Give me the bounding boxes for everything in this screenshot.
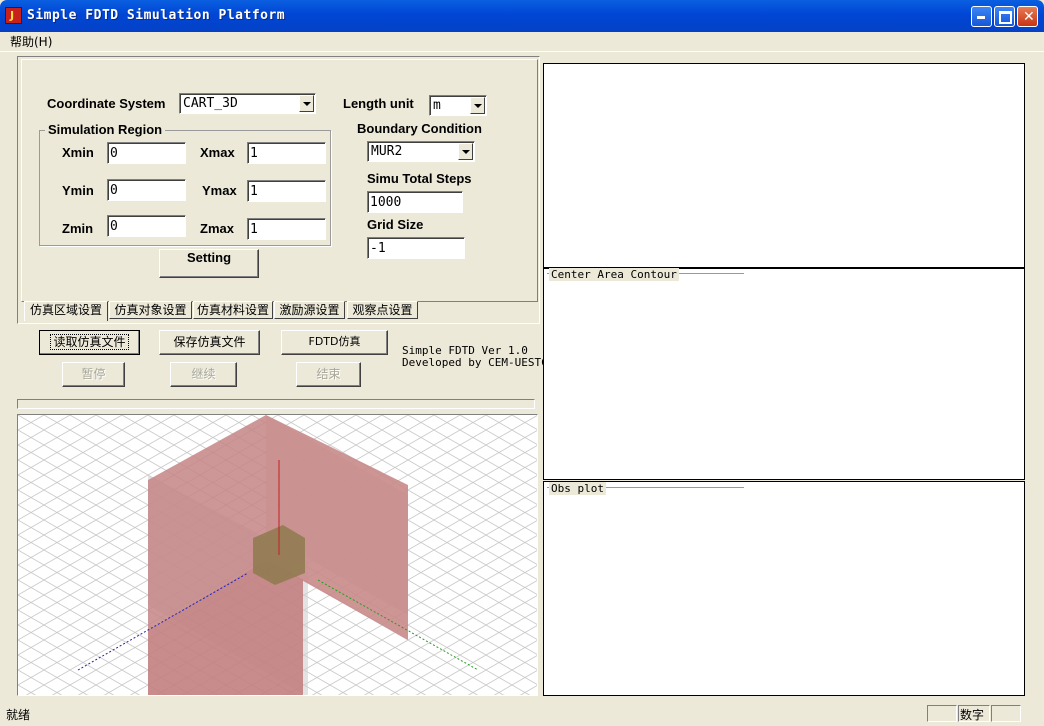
xmin-label: Xmin <box>62 145 94 160</box>
grid-field[interactable]: -1 <box>367 237 465 259</box>
steps-field[interactable]: 1000 <box>367 191 463 213</box>
status-bar <box>0 702 1044 726</box>
ymin-field[interactable]: 0 <box>107 179 186 201</box>
boundary-select-value: MUR2 <box>371 144 403 159</box>
save-file-button[interactable]: 保存仿真文件 <box>159 330 260 355</box>
window-title: Simple FDTD Simulation Platform <box>27 8 286 23</box>
3d-view[interactable] <box>17 414 538 696</box>
ymin-label: Ymin <box>62 183 94 198</box>
chevron-down-icon[interactable] <box>458 143 473 160</box>
zmin-label: Zmin <box>62 221 94 236</box>
3d-scene <box>18 415 537 695</box>
close-button[interactable]: ✕ <box>1017 6 1038 27</box>
chevron-down-icon[interactable] <box>470 97 485 114</box>
center-contour-title: Center Area Contour <box>549 268 679 281</box>
coord-label: Coordinate System <box>47 96 166 111</box>
status-num: 数字 <box>960 708 985 722</box>
status-ready: 就绪 <box>6 708 31 722</box>
maximize-icon <box>999 11 1012 24</box>
tab-objects[interactable]: 仿真对象设置 <box>109 301 192 319</box>
xmax-label: Xmax <box>200 145 235 160</box>
app-icon[interactable]: J <box>5 7 22 24</box>
menu-help[interactable]: 帮助(H) <box>10 33 52 50</box>
steps-label: Simu Total Steps <box>367 171 472 186</box>
tab-sources[interactable]: 激励源设置 <box>274 301 345 319</box>
setting-button[interactable]: Setting <box>159 249 259 278</box>
pause-button[interactable]: 暂停 <box>62 362 125 387</box>
chevron-down-icon[interactable] <box>299 95 314 112</box>
continue-button[interactable]: 继续 <box>170 362 237 387</box>
coord-select[interactable]: CART_3D <box>179 93 316 114</box>
menu-bar <box>0 32 1044 52</box>
minimize-icon <box>977 16 985 19</box>
stop-button[interactable]: 结束 <box>296 362 361 387</box>
zmin-field[interactable]: 0 <box>107 215 186 237</box>
maximize-button[interactable] <box>994 6 1015 27</box>
xmin-field[interactable]: 0 <box>107 142 186 164</box>
tab-observers[interactable]: 观察点设置 <box>347 301 418 319</box>
tab-materials[interactable]: 仿真材料设置 <box>193 301 273 319</box>
length-select-value: m <box>433 98 441 113</box>
progress-bar <box>17 399 535 409</box>
minimize-button[interactable] <box>971 6 992 27</box>
region-title: Simulation Region <box>45 122 166 137</box>
read-file-label: 读取仿真文件 <box>50 334 129 350</box>
fdtd-run-button[interactable]: FDTD仿真 <box>281 330 388 355</box>
obs-plot[interactable] <box>543 481 1025 696</box>
read-file-button[interactable]: 读取仿真文件 <box>39 330 140 355</box>
boundary-select[interactable]: MUR2 <box>367 141 475 162</box>
obs-plot-title: Obs plot <box>549 482 606 495</box>
boundary-label: Boundary Condition <box>357 121 482 136</box>
xmax-field[interactable]: 1 <box>247 142 326 164</box>
center-contour-plot[interactable] <box>543 268 1025 480</box>
close-icon: ✕ <box>1023 9 1035 25</box>
field-plot[interactable] <box>543 63 1025 268</box>
zmax-label: Zmax <box>200 221 234 236</box>
status-cell-scrl <box>991 705 1021 722</box>
length-label: Length unit <box>343 96 414 111</box>
ymax-field[interactable]: 1 <box>247 180 326 202</box>
version-line2: Developed by CEM-UESTC <box>402 356 548 369</box>
coord-select-value: CART_3D <box>183 96 238 111</box>
zmax-field[interactable]: 1 <box>247 218 326 240</box>
grid-label: Grid Size <box>367 217 424 232</box>
tab-region[interactable]: 仿真区域设置 <box>24 301 108 321</box>
ymax-label: Ymax <box>202 183 237 198</box>
length-select[interactable]: m <box>429 95 487 116</box>
status-cell-caps <box>927 705 957 722</box>
